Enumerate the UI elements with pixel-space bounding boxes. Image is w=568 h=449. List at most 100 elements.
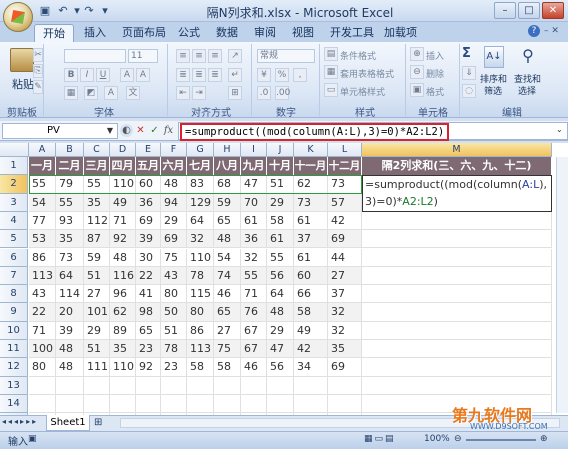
table-cell[interactable] <box>328 376 362 395</box>
table-cell[interactable]: 89 <box>110 321 136 340</box>
column-header-d[interactable]: D <box>110 143 136 157</box>
paste-icon[interactable] <box>10 48 34 72</box>
column-header-g[interactable]: G <box>187 143 214 157</box>
row-header[interactable]: 9 <box>0 303 28 322</box>
header-cell[interactable]: 三月 <box>84 157 110 176</box>
table-cell[interactable] <box>29 376 56 395</box>
name-box-dropdown-icon[interactable]: ▼ <box>104 124 116 138</box>
table-cell[interactable]: 71 <box>110 211 136 231</box>
row-header[interactable]: 7 <box>0 266 28 286</box>
row-header[interactable]: 13 <box>0 376 28 395</box>
table-cell[interactable] <box>187 376 214 395</box>
tab-insert[interactable]: 插入 <box>76 24 114 42</box>
header-cell[interactable]: 十月 <box>267 157 294 176</box>
table-cell[interactable]: 35 <box>328 340 362 359</box>
tab-addins[interactable]: 加载项 <box>376 24 425 42</box>
row-header[interactable]: 10 <box>0 321 28 340</box>
table-cell[interactable]: 43 <box>161 266 187 286</box>
macro-record-icon[interactable]: ▣ <box>28 434 40 444</box>
table-cell[interactable]: 23 <box>161 358 187 377</box>
cell-style-icon[interactable]: ▭ <box>324 83 338 97</box>
column-header-a[interactable]: A <box>29 143 56 157</box>
column-header-k[interactable]: K <box>294 143 328 157</box>
table-cell[interactable]: 32 <box>187 230 214 249</box>
table-cell[interactable]: 80 <box>187 303 214 322</box>
table-cell[interactable]: 35 <box>56 230 84 249</box>
table-cell[interactable]: 34 <box>294 358 328 377</box>
ribbon-window-controls-icon[interactable]: – ✕ <box>544 26 564 36</box>
table-cell[interactable] <box>136 376 161 395</box>
table-cell[interactable]: 39 <box>136 230 161 249</box>
cut-icon[interactable]: ✂ <box>33 48 43 62</box>
table-cell[interactable]: 62 <box>110 303 136 322</box>
zoom-slider[interactable] <box>466 439 536 441</box>
row-header[interactable]: 5 <box>0 230 28 249</box>
table-cell[interactable]: 69 <box>328 358 362 377</box>
header-cell[interactable]: 二月 <box>56 157 84 176</box>
align-top-icon[interactable]: ≡ <box>176 49 190 63</box>
column-header-b[interactable]: B <box>56 143 84 157</box>
table-cell[interactable]: 22 <box>136 266 161 286</box>
autosum-icon[interactable]: Σ <box>462 46 471 61</box>
row-header[interactable]: 12 <box>0 358 28 377</box>
tab-formulas[interactable]: 公式 <box>170 24 208 42</box>
header-cell[interactable]: 隔2列求和(三、六、九、十二) <box>362 157 552 176</box>
table-cell[interactable]: 55 <box>56 193 84 212</box>
conditional-format-icon[interactable]: ▤ <box>324 47 338 61</box>
table-cell[interactable]: 29 <box>84 321 110 340</box>
table-cell[interactable]: 51 <box>84 340 110 359</box>
currency-icon[interactable]: ¥ <box>257 68 271 82</box>
underline-button[interactable]: U <box>96 68 110 82</box>
table-cell[interactable]: 46 <box>241 358 267 377</box>
table-cell[interactable] <box>267 376 294 395</box>
sort-filter-icon[interactable]: A↓ <box>484 46 504 68</box>
table-cell[interactable]: 30 <box>136 248 161 267</box>
table-cell[interactable]: 54 <box>214 248 241 267</box>
align-center-icon[interactable]: ≣ <box>192 68 206 82</box>
header-cell[interactable]: 五月 <box>136 157 161 176</box>
table-cell[interactable]: 47 <box>267 340 294 359</box>
column-header-h[interactable]: H <box>214 143 241 157</box>
cell-style-button[interactable]: 单元格样式 <box>340 85 385 98</box>
row-header[interactable]: 1 <box>0 157 28 176</box>
column-header-c[interactable]: C <box>84 143 110 157</box>
table-cell[interactable]: 23 <box>136 340 161 359</box>
table-cell[interactable]: 100 <box>29 340 56 359</box>
table-cell[interactable]: 65 <box>214 211 241 231</box>
table-cell[interactable]: 65 <box>136 321 161 340</box>
table-cell[interactable]: 37 <box>294 230 328 249</box>
table-cell[interactable]: 39 <box>56 321 84 340</box>
table-cell[interactable]: 29 <box>161 211 187 231</box>
tab-home[interactable]: 开始 <box>34 24 74 42</box>
cancel-icon[interactable]: ✕ <box>134 124 147 137</box>
tab-data[interactable]: 数据 <box>208 24 246 42</box>
row-header[interactable]: 4 <box>0 211 28 231</box>
table-cell[interactable]: 55 <box>267 248 294 267</box>
percent-icon[interactable]: % <box>275 68 289 82</box>
table-cell[interactable]: 27 <box>214 321 241 340</box>
delete-cells-icon[interactable]: ⊖ <box>410 65 424 79</box>
table-cell[interactable]: 48 <box>110 248 136 267</box>
table-cell[interactable]: 59 <box>214 193 241 212</box>
borders-icon[interactable]: ▦ <box>64 86 78 100</box>
font-size-combobox[interactable]: 11 <box>128 49 158 63</box>
table-cell[interactable]: 80 <box>161 285 187 304</box>
table-cell[interactable]: 74 <box>214 266 241 286</box>
active-cell-m2[interactable]: =sumproduct((mod(column(A:L), 3)=0)*A2:L2… <box>362 175 552 212</box>
view-buttons-icon[interactable]: ▦▭▤ <box>364 434 412 446</box>
table-cell[interactable] <box>56 394 84 414</box>
header-cell[interactable]: 八月 <box>214 157 241 176</box>
row-header[interactable]: 11 <box>0 340 28 359</box>
table-cell[interactable]: 76 <box>241 303 267 322</box>
header-cell[interactable]: 十一月 <box>294 157 328 176</box>
clear-icon[interactable]: ◌ <box>462 84 476 98</box>
sort-filter-label-2[interactable]: 筛选 <box>484 84 502 97</box>
merge-center-icon[interactable]: ⊞ <box>228 86 242 100</box>
table-cell[interactable]: 80 <box>29 358 56 377</box>
find-select-icon[interactable]: ⚲ <box>518 46 538 68</box>
table-cell[interactable] <box>161 394 187 414</box>
table-cell[interactable] <box>362 321 552 340</box>
find-select-label-2[interactable]: 选择 <box>518 84 536 97</box>
maximize-button[interactable]: □ <box>518 2 540 19</box>
table-cell[interactable]: 29 <box>267 193 294 212</box>
